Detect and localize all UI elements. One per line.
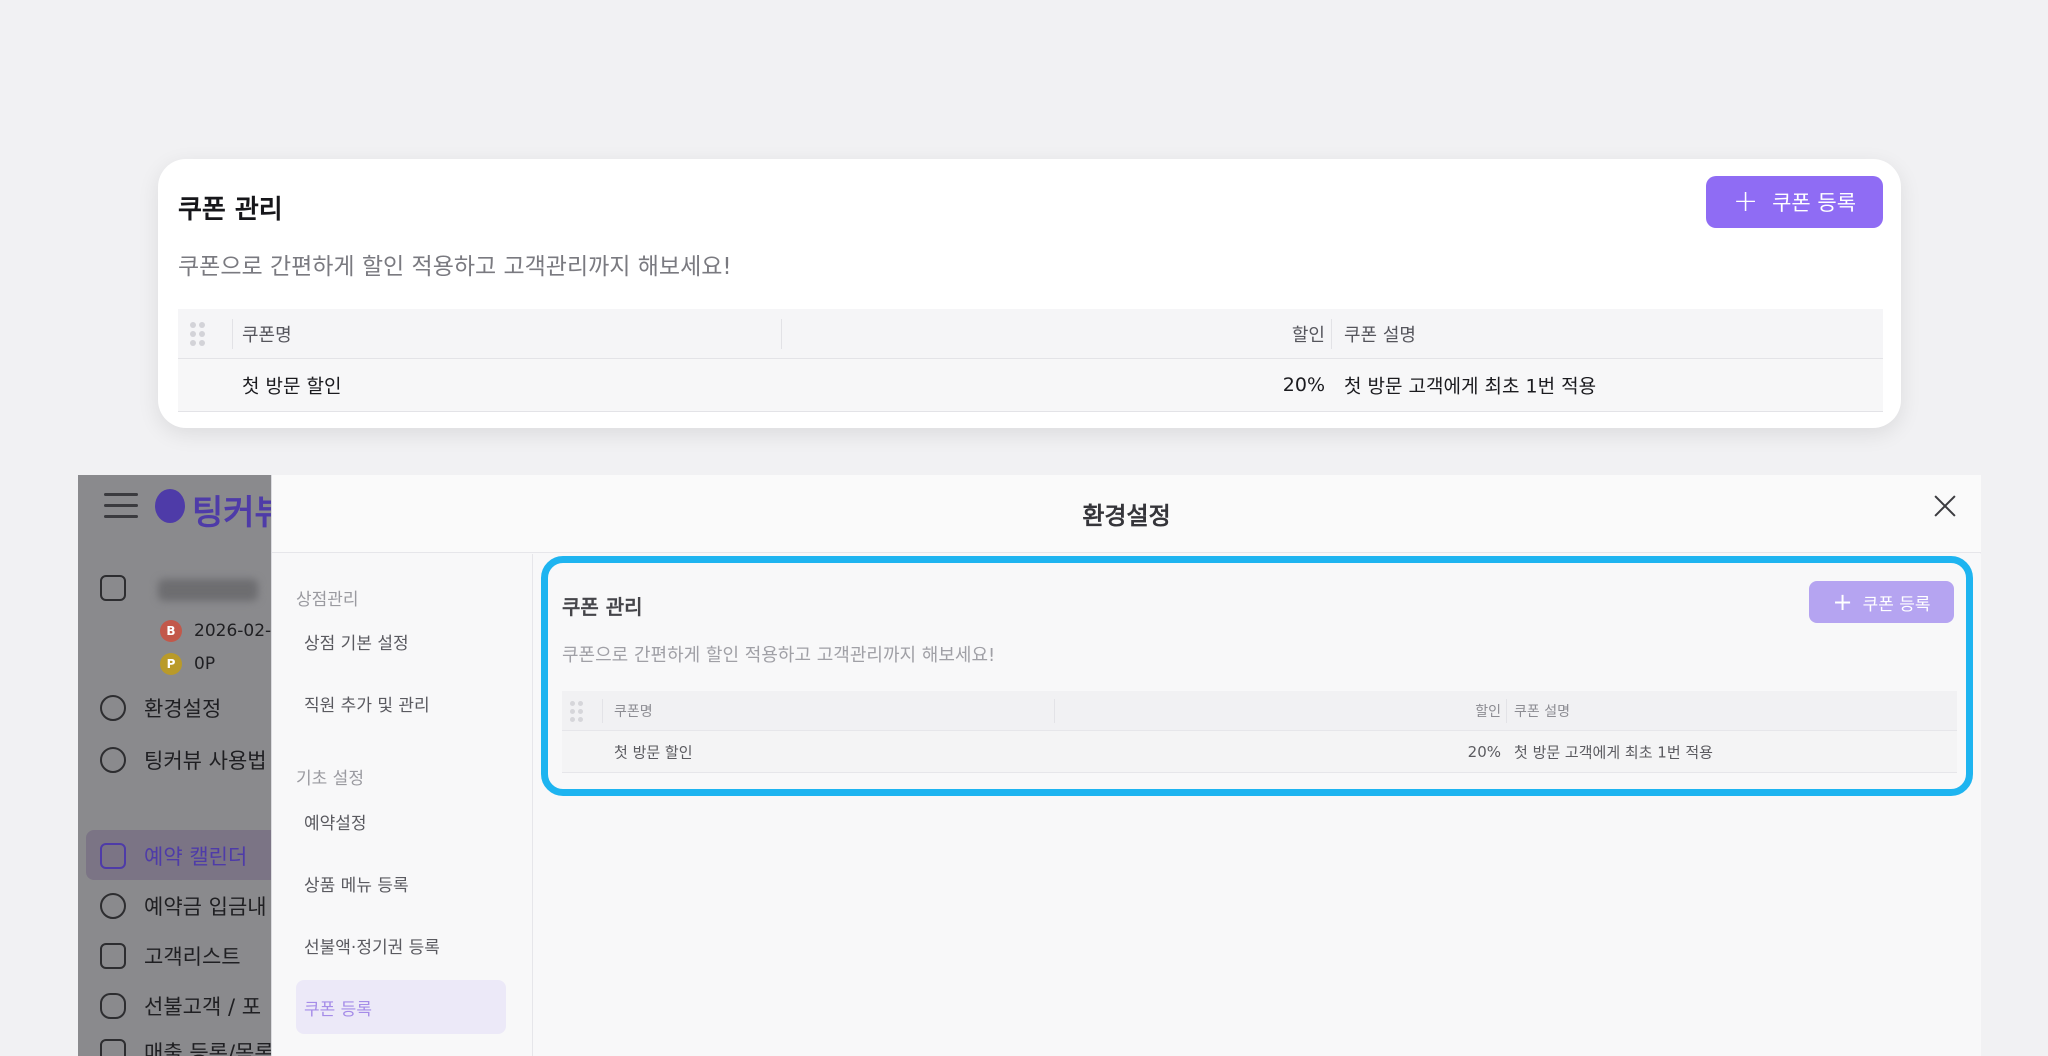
coupon-card-zoom: 쿠폰 관리 쿠폰으로 간편하게 할인 적용하고 고객관리까지 해보세요! + 쿠… [158, 159, 1901, 428]
sidebar-item-customers[interactable]: 고객리스트 [100, 941, 241, 971]
column-divider [781, 319, 782, 349]
cell-description: 첫 방문 고객에게 최초 1번 적용 [1514, 743, 1713, 761]
award-icon [100, 747, 126, 773]
points: P 0P [160, 653, 215, 675]
plus-icon: + [1732, 184, 1759, 219]
table-row[interactable]: 첫 방문 할인 20% 첫 방문 고객에게 최초 1번 적용 [178, 359, 1883, 412]
home-icon [100, 575, 126, 601]
sidebar-label: 팅커뷰 사용법 [144, 749, 267, 773]
nav-item-menu[interactable]: 상품 메뉴 등록 [296, 856, 506, 910]
nav-section-basic: 기초 설정 [296, 769, 364, 789]
badge-p-icon: P [160, 653, 182, 675]
panel-register-label: 쿠폰 등록 [1862, 594, 1931, 615]
sidebar-label: 고객리스트 [144, 945, 241, 969]
nav-item-reservation[interactable]: 예약설정 [296, 794, 506, 848]
table-row[interactable]: 첫 방문 할인 20% 첫 방문 고객에게 최초 1번 적용 [562, 731, 1957, 773]
sidebar-label: 예약 캘린더 [144, 845, 248, 869]
panel-register-button[interactable]: + 쿠폰 등록 [1809, 581, 1954, 623]
sidebar-item-prepaid[interactable]: 선불고객 / 포 [100, 991, 261, 1021]
column-divider [602, 699, 603, 723]
sidebar-item-calendar[interactable]: 예약 캘린더 [100, 841, 247, 871]
sidebar-item-sales[interactable]: 매출 등록/목록 [100, 1037, 274, 1056]
points-text: 0P [194, 654, 216, 674]
nav-item-staff[interactable]: 직원 추가 및 관리 [296, 676, 506, 730]
column-divider [1054, 699, 1055, 723]
coupon-subtitle: 쿠폰으로 간편하게 할인 적용하고 고객관리까지 해보세요! [178, 254, 732, 280]
nav-item-prepaid[interactable]: 선불액·정기권 등록 [296, 918, 506, 972]
header-coupon-name: 쿠폰명 [242, 324, 292, 346]
column-divider [232, 319, 233, 349]
cell-description: 첫 방문 고객에게 최초 1번 적용 [1344, 375, 1597, 398]
header-discount: 할인 [1475, 703, 1501, 720]
modal-title: 환경설정 [1082, 502, 1171, 530]
cell-discount: 20% [1282, 374, 1325, 396]
modal-header: 환경설정 [272, 475, 1981, 553]
sidebar-label: 매출 등록/목록 [144, 1041, 274, 1056]
date-text: 2026-02- [194, 621, 272, 641]
sidebar-item-settings[interactable]: 환경설정 [100, 693, 221, 723]
panel-table: 쿠폰명 할인 쿠폰 설명 첫 방문 할인 20% 첫 방문 고객에게 최초 1번… [562, 691, 1957, 773]
sidebar-label: 예약금 입금내 [144, 895, 267, 919]
header-coupon-name: 쿠폰명 [614, 703, 653, 720]
cell-coupon-name: 첫 방문 할인 [242, 375, 342, 398]
coupon-register-label: 쿠폰 등록 [1772, 191, 1857, 215]
document-icon [100, 943, 126, 969]
coupon-register-button[interactable]: + 쿠폰 등록 [1706, 176, 1883, 228]
header-discount: 할인 [1291, 324, 1325, 346]
coupon-panel-highlight: 쿠폰 관리 쿠폰으로 간편하게 할인 적용하고 고객관리까지 해보세요! + 쿠… [541, 556, 1973, 796]
receipt-icon [100, 1039, 126, 1056]
sidebar-label: 환경설정 [144, 697, 222, 721]
column-divider [1331, 319, 1332, 349]
sidebar-label: 선불고객 / 포 [144, 995, 262, 1019]
database-icon [100, 993, 126, 1019]
shop-name-blurred [158, 579, 258, 601]
settings-nav: 상점관리 상점 기본 설정 직원 추가 및 관리 기초 설정 예약설정 상품 메… [272, 554, 533, 1056]
dollar-icon [100, 893, 126, 919]
drag-handle-icon[interactable] [570, 701, 584, 722]
table-header: 쿠폰명 할인 쿠폰 설명 [178, 309, 1883, 359]
calendar-icon [100, 843, 126, 869]
table-header: 쿠폰명 할인 쿠폰 설명 [562, 691, 1957, 731]
sidebar-item-deposit[interactable]: 예약금 입금내 [100, 891, 267, 921]
nav-item-shop-basic[interactable]: 상점 기본 설정 [296, 614, 506, 668]
sidebar-item-guide[interactable]: 팅커뷰 사용법 [100, 745, 267, 775]
plus-icon: + [1832, 588, 1853, 616]
menu-icon[interactable] [104, 493, 138, 519]
cell-discount: 20% [1467, 742, 1501, 761]
logo-icon [155, 489, 185, 523]
panel-title: 쿠폰 관리 [562, 595, 643, 619]
cell-coupon-name: 첫 방문 할인 [614, 743, 693, 761]
coupon-table: 쿠폰명 할인 쿠폰 설명 첫 방문 할인 20% 첫 방문 고객에게 최초 1번… [178, 309, 1883, 412]
membership-date: B 2026-02- [160, 620, 271, 642]
column-divider [1506, 699, 1507, 723]
header-description: 쿠폰 설명 [1514, 703, 1570, 720]
panel-subtitle: 쿠폰으로 간편하게 할인 적용하고 고객관리까지 해보세요! [562, 645, 996, 666]
close-icon[interactable] [1931, 493, 1959, 521]
nav-item-coupon[interactable]: 쿠폰 등록 [296, 980, 506, 1034]
sidebar-item-home[interactable] [100, 575, 126, 601]
drag-handle-icon[interactable] [190, 322, 206, 346]
header-description: 쿠폰 설명 [1344, 324, 1416, 346]
canvas: 쿠폰 관리 쿠폰으로 간편하게 할인 적용하고 고객관리까지 해보세요! + 쿠… [0, 0, 2048, 1056]
nav-section-shop: 상점관리 [296, 590, 359, 610]
badge-b-icon: B [160, 620, 182, 642]
gear-icon [100, 695, 126, 721]
coupon-title: 쿠폰 관리 [178, 195, 283, 225]
